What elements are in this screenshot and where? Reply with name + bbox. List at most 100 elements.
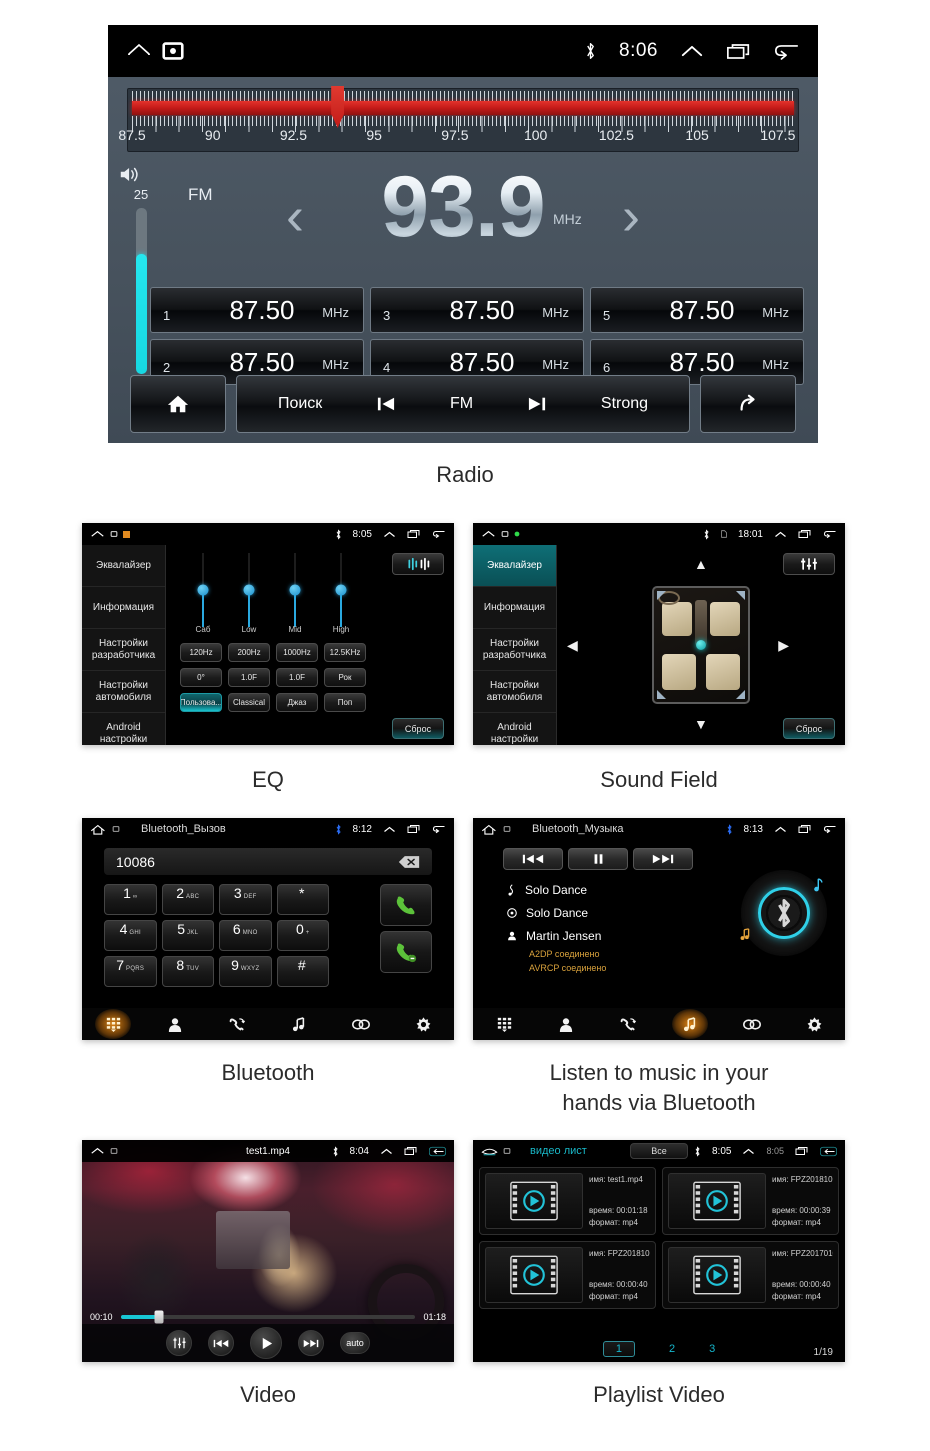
eq-preset-button[interactable]: 200Hz <box>228 643 270 662</box>
balance-up-button[interactable]: ▲ <box>694 557 708 571</box>
balance-right-button[interactable]: ▶ <box>778 638 789 652</box>
eq-slider[interactable]: Mid <box>272 553 318 635</box>
screenshot-icon[interactable] <box>501 530 509 538</box>
chevron-up-icon[interactable] <box>383 825 396 834</box>
video-play-button[interactable] <box>250 1327 282 1359</box>
recent-apps-icon[interactable] <box>726 42 752 61</box>
chevron-up-icon[interactable] <box>774 530 787 539</box>
chevron-up-icon[interactable] <box>742 1147 755 1156</box>
equalizer-toggle-button[interactable] <box>783 553 835 575</box>
search-label[interactable]: Поиск <box>278 395 322 413</box>
screenshot-icon[interactable] <box>160 38 186 64</box>
balance-down-button[interactable]: ▼ <box>694 717 708 731</box>
pause-button[interactable] <box>568 848 628 870</box>
prev-button[interactable] <box>376 395 396 413</box>
sidebar-item-4[interactable]: Настройки автомобиля <box>473 671 556 713</box>
key-#[interactable]: # <box>276 956 329 987</box>
key-7[interactable]: 7 PQRS <box>104 956 157 987</box>
key-1[interactable]: 1 ∞ <box>104 884 157 915</box>
eq-preset-button[interactable]: 1.0F <box>276 668 318 687</box>
recent-apps-icon[interactable] <box>407 529 421 539</box>
nav-call-history-icon[interactable] <box>597 1008 659 1040</box>
filter-all-button[interactable]: Все <box>630 1143 688 1159</box>
video-progress-bar[interactable]: 00:10 01:18 <box>82 1309 454 1324</box>
nav-link-icon[interactable] <box>721 1008 783 1040</box>
key-3[interactable]: 3 DEF <box>219 884 272 915</box>
key-2[interactable]: 2 ABC <box>161 884 214 915</box>
back-icon[interactable] <box>429 1146 446 1157</box>
recent-apps-icon[interactable] <box>795 1146 809 1156</box>
nav-music-icon[interactable] <box>268 1008 330 1040</box>
back-icon[interactable] <box>823 824 837 834</box>
key-4[interactable]: 4 GHI <box>104 920 157 951</box>
key-9[interactable]: 9 WXYZ <box>219 956 272 987</box>
recent-apps-icon[interactable] <box>404 1146 418 1156</box>
slider-knob[interactable] <box>289 584 301 596</box>
balance-left-button[interactable]: ◀ <box>567 638 578 652</box>
sidebar-item-1[interactable]: Эквалайзер <box>82 545 165 587</box>
eq-slider[interactable]: High <box>318 553 364 635</box>
slider-knob[interactable] <box>335 584 347 596</box>
phone-number-field[interactable]: 10086 <box>104 848 432 875</box>
key-8[interactable]: 8 TUV <box>161 956 214 987</box>
sound-focus-dot[interactable] <box>696 640 706 650</box>
video-list-item[interactable]: имя: FPZ2018101... время: 00:00:39 формат:… <box>662 1167 839 1235</box>
sidebar-item-3[interactable]: Настройки разработчика <box>82 629 165 671</box>
backspace-icon[interactable] <box>398 855 420 869</box>
page-button-3[interactable]: 3 <box>709 1343 715 1355</box>
screenshot-icon[interactable] <box>503 825 511 833</box>
home-icon[interactable] <box>90 822 107 837</box>
strong-label[interactable]: Strong <box>601 395 648 413</box>
eq-preset-button[interactable]: 12.5KHz <box>324 643 366 662</box>
reset-button[interactable]: Сброс <box>392 718 444 739</box>
home-icon[interactable] <box>481 822 498 837</box>
back-icon[interactable] <box>820 1146 837 1157</box>
screenshot-icon[interactable] <box>112 825 120 833</box>
eq-slider[interactable]: Low <box>226 553 272 635</box>
tuner-scale-widget[interactable]: 87.5 90 92.5 95 97.5 100 102.5 105 107.5 <box>118 86 799 152</box>
back-icon[interactable] <box>432 824 446 834</box>
recent-apps-icon[interactable] <box>798 529 812 539</box>
sidebar-item-2[interactable]: Информация <box>82 587 165 629</box>
video-list-item[interactable]: имя: FPZ2017010... время: 00:00:40 формат:… <box>662 1241 839 1309</box>
nav-contacts-icon[interactable] <box>535 1008 597 1040</box>
call-answer-button[interactable] <box>380 884 432 926</box>
eq-preset-button[interactable]: 1.0F <box>228 668 270 687</box>
slider-knob[interactable] <box>243 584 255 596</box>
reset-button[interactable]: Сброс <box>783 718 835 739</box>
nav-settings-icon[interactable] <box>392 1008 454 1040</box>
screenshot-icon[interactable] <box>110 1147 118 1155</box>
chevron-up-icon[interactable] <box>380 1147 393 1156</box>
nav-settings-icon[interactable] <box>783 1008 845 1040</box>
eq-preset-button[interactable]: Поп <box>324 693 366 712</box>
sidebar-item-2[interactable]: Информация <box>473 587 556 629</box>
sidebar-item-4[interactable]: Настройки автомобиля <box>82 671 165 713</box>
video-thumbnail[interactable] <box>485 1173 583 1229</box>
video-list-item[interactable]: имя: test1.mp4 время: 00:01:18 формат: mp4 <box>479 1167 656 1235</box>
car-cabin-diagram[interactable] <box>652 586 750 704</box>
screenshot-icon[interactable] <box>110 530 118 538</box>
nav-contacts-icon[interactable] <box>144 1008 206 1040</box>
video-seek-track[interactable] <box>120 1310 416 1323</box>
eq-preset-button[interactable]: Джаз <box>276 693 318 712</box>
eq-slider[interactable]: Саб <box>180 553 226 635</box>
back-icon[interactable] <box>823 529 837 539</box>
key-5[interactable]: 5 JKL <box>161 920 214 951</box>
sidebar-item-3[interactable]: Настройки разработчика <box>473 629 556 671</box>
video-previous-button[interactable] <box>208 1330 234 1356</box>
eq-preset-button[interactable]: 0° <box>180 668 222 687</box>
recent-apps-icon[interactable] <box>407 824 421 834</box>
key-0[interactable]: 0 + <box>276 920 329 951</box>
nav-keypad-icon[interactable] <box>82 1008 144 1040</box>
chevron-up-icon[interactable] <box>680 43 704 60</box>
home-icon[interactable] <box>90 527 105 542</box>
home-icon[interactable] <box>90 1144 105 1159</box>
eq-preset-button[interactable]: Classical <box>228 693 270 712</box>
nav-music-icon[interactable] <box>659 1008 721 1040</box>
back-icon[interactable] <box>432 529 446 539</box>
nav-call-history-icon[interactable] <box>206 1008 268 1040</box>
home-icon[interactable] <box>481 1145 498 1158</box>
next-track-button[interactable] <box>633 848 693 870</box>
band-button[interactable]: FM <box>450 395 473 413</box>
nav-link-icon[interactable] <box>330 1008 392 1040</box>
